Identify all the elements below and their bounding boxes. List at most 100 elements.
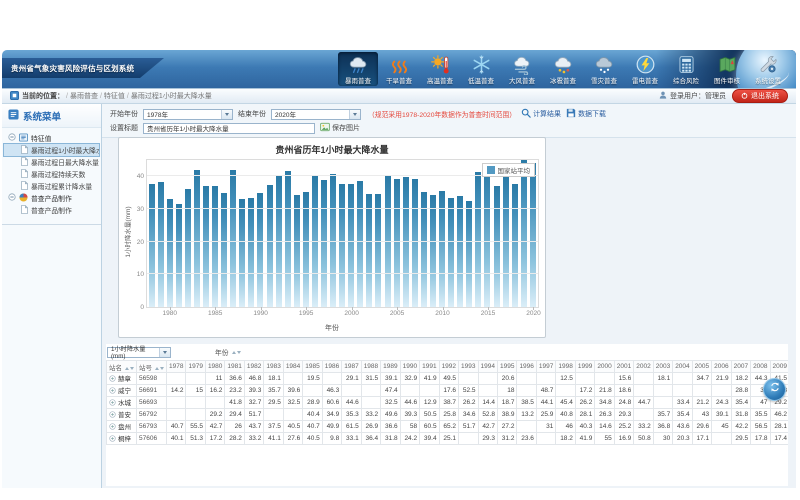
- collapse-icon[interactable]: [8, 133, 16, 143]
- col-year[interactable]: 1992: [439, 361, 458, 373]
- row-expand-icon[interactable]: [109, 423, 116, 432]
- tree-group[interactable]: 特征值: [4, 132, 99, 144]
- value-cell: 29.5: [264, 397, 283, 409]
- col-year[interactable]: 2006: [712, 361, 731, 373]
- bar: [294, 195, 300, 307]
- col-year[interactable]: 2001: [614, 361, 633, 373]
- value-cell: 17.4: [770, 433, 788, 445]
- col-year[interactable]: 1981: [225, 361, 244, 373]
- breadcrumb-item[interactable]: 暴雨过程1小时最大降水量: [131, 93, 212, 100]
- row-expand-icon[interactable]: [109, 435, 116, 444]
- value-cell: 58: [400, 421, 419, 433]
- nav-item-snow[interactable]: 雪灾普查: [584, 52, 624, 86]
- nav-item-settings[interactable]: 系统设置: [748, 52, 788, 86]
- col-year[interactable]: 1979: [186, 361, 205, 373]
- row-expand-icon[interactable]: [109, 411, 116, 420]
- bar: [194, 170, 200, 307]
- value-cell: [342, 385, 361, 397]
- bar: [248, 198, 254, 307]
- col-year[interactable]: 2009: [770, 361, 788, 373]
- col-year[interactable]: 2005: [692, 361, 711, 373]
- value-cell: 24.8: [614, 397, 633, 409]
- col-station-name[interactable]: 站名: [107, 361, 137, 373]
- year-group-header[interactable]: 年份: [215, 347, 241, 357]
- col-year[interactable]: 1988: [361, 361, 380, 373]
- nav-item-risk[interactable]: 综合风险: [666, 52, 706, 86]
- breadcrumb-item[interactable]: 暴雨普查: [70, 93, 98, 100]
- col-year[interactable]: 1996: [517, 361, 536, 373]
- tree-item[interactable]: 暴雨过程1小时最大降水量: [4, 144, 99, 156]
- value-cell: 50.8: [634, 433, 653, 445]
- col-year[interactable]: 1991: [420, 361, 439, 373]
- collapse-icon[interactable]: [8, 193, 16, 203]
- refresh-arrows-icon: [768, 380, 782, 399]
- col-year[interactable]: 1986: [322, 361, 341, 373]
- row-expand-icon[interactable]: [109, 387, 116, 396]
- value-cell: 35.4: [673, 409, 692, 421]
- row-expand-icon[interactable]: [109, 375, 116, 384]
- save-image-button[interactable]: 保存图片: [320, 122, 360, 134]
- value-cell: 24.2: [400, 433, 419, 445]
- tree-item[interactable]: 暴雨过程累计降水量: [4, 180, 99, 192]
- col-year[interactable]: 1984: [283, 361, 302, 373]
- col-year[interactable]: 1982: [244, 361, 263, 373]
- tree-item[interactable]: 暴雨过程日最大降水量: [4, 156, 99, 168]
- col-year[interactable]: 1989: [381, 361, 400, 373]
- col-year[interactable]: 1997: [536, 361, 555, 373]
- value-type-select[interactable]: 1小时降水量(mm): [107, 347, 171, 358]
- sort-arrows[interactable]: [155, 367, 164, 370]
- logout-button[interactable]: 退出系统: [732, 89, 788, 103]
- value-cell: 51.7: [459, 421, 478, 433]
- col-year[interactable]: 1983: [264, 361, 283, 373]
- col-year[interactable]: 1993: [459, 361, 478, 373]
- nav-item-map[interactable]: 图件审核: [707, 52, 747, 86]
- station-name: 赫章: [118, 376, 131, 383]
- end-year-select[interactable]: 2020年: [271, 109, 361, 120]
- nav-item-label: 系统设置: [755, 75, 781, 85]
- col-year[interactable]: 1980: [205, 361, 224, 373]
- breadcrumb-item[interactable]: 特征值: [104, 93, 125, 100]
- col-station-id[interactable]: 站号: [137, 361, 167, 373]
- value-cell: 33.4: [673, 397, 692, 409]
- bar: [430, 195, 436, 307]
- col-year[interactable]: 1999: [575, 361, 594, 373]
- start-year-select[interactable]: 1978年: [143, 109, 233, 120]
- col-year[interactable]: 1987: [342, 361, 361, 373]
- tree-item-label: 暴雨过程1小时最大降水量: [31, 145, 99, 155]
- col-year[interactable]: 1998: [556, 361, 575, 373]
- value-cell: [478, 385, 497, 397]
- chart-title-input[interactable]: [143, 123, 315, 134]
- calc-result-button[interactable]: 计算结果: [521, 108, 561, 120]
- col-year[interactable]: 1990: [400, 361, 419, 373]
- nav-item-heat[interactable]: 高温普查: [420, 52, 460, 86]
- col-year[interactable]: 1985: [303, 361, 322, 373]
- float-widget-button[interactable]: [763, 378, 786, 401]
- col-year[interactable]: 1994: [478, 361, 497, 373]
- sort-arrows[interactable]: [125, 367, 134, 370]
- nav-item-drought[interactable]: 干旱普查: [379, 52, 419, 86]
- sort-arrows[interactable]: [232, 351, 241, 354]
- tree-item[interactable]: 普查产品制作: [4, 204, 99, 216]
- end-year-label: 结束年份: [238, 109, 266, 119]
- col-year[interactable]: 1995: [497, 361, 516, 373]
- nav-item-wind[interactable]: 大风普查: [502, 52, 542, 86]
- value-cell: 13.2: [517, 409, 536, 421]
- col-year[interactable]: 2002: [634, 361, 653, 373]
- nav-item-cold[interactable]: 低温普查: [461, 52, 501, 86]
- col-year[interactable]: 2004: [673, 361, 692, 373]
- data-download-button[interactable]: 数据下载: [566, 108, 606, 120]
- col-year[interactable]: 2003: [653, 361, 672, 373]
- map-icon: [717, 54, 738, 75]
- nav-item-hail[interactable]: 冰雹普查: [543, 52, 583, 86]
- col-year[interactable]: 2007: [731, 361, 750, 373]
- value-cell: 12.9: [420, 397, 439, 409]
- chart-legend[interactable]: 国家站平均: [482, 163, 536, 177]
- col-year[interactable]: 2000: [595, 361, 614, 373]
- tree-group[interactable]: 普查产品制作: [4, 192, 99, 204]
- col-year[interactable]: 2008: [751, 361, 770, 373]
- row-expand-icon[interactable]: [109, 399, 116, 408]
- nav-item-rain[interactable]: 暴雨普查: [338, 52, 378, 86]
- col-year[interactable]: 1978: [167, 361, 186, 373]
- nav-item-lightning[interactable]: 雷电普查: [625, 52, 665, 86]
- tree-item[interactable]: 暴雨过程持续天数: [4, 168, 99, 180]
